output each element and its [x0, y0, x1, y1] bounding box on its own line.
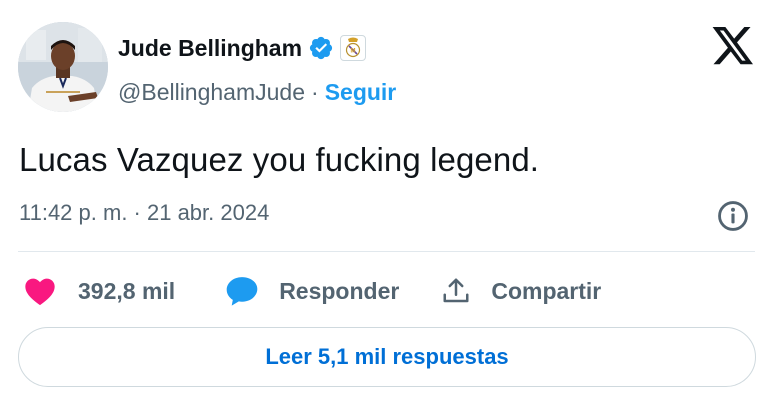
read-replies-label: Leer 5,1 mil respuestas: [265, 344, 509, 369]
author-name-row: Jude Bellingham M: [118, 30, 367, 66]
divider: [18, 251, 755, 252]
avatar[interactable]: [18, 22, 108, 112]
author-name[interactable]: Jude Bellingham: [118, 35, 302, 62]
avatar-image: [18, 22, 108, 112]
verified-badge-icon[interactable]: [308, 35, 334, 61]
read-replies-button[interactable]: Leer 5,1 mil respuestas: [18, 327, 756, 387]
like-count: 392,8 mil: [78, 277, 176, 304]
share-upload-icon: [443, 278, 469, 303]
x-logo-icon[interactable]: [711, 27, 755, 67]
separator-dot: ·: [311, 78, 319, 105]
speech-bubble-icon: [226, 277, 258, 306]
share-button[interactable]: Compartir: [441, 276, 601, 306]
info-icon[interactable]: [716, 199, 750, 233]
real-madrid-crest-icon[interactable]: M: [340, 35, 367, 61]
tweet-actions: 392,8 mil Responder Compartir: [18, 268, 601, 314]
share-label: Compartir: [491, 277, 602, 304]
reply-label: Responder: [279, 277, 400, 304]
tweet-timestamp[interactable]: 11:42 p. m. · 21 abr. 2024: [19, 200, 269, 226]
svg-text:M: M: [351, 49, 356, 55]
heart-icon: [25, 278, 55, 306]
tweet-text: Lucas Vazquez you fucking legend.: [19, 141, 540, 178]
author-handle[interactable]: @BellinghamJude: [118, 79, 305, 106]
follow-button[interactable]: Seguir: [325, 79, 397, 106]
like-button[interactable]: 392,8 mil: [24, 276, 175, 306]
crest-shape: M: [345, 37, 361, 58]
reply-button[interactable]: Responder: [225, 275, 399, 307]
author-handle-row: @BellinghamJude · Seguir: [118, 76, 396, 108]
